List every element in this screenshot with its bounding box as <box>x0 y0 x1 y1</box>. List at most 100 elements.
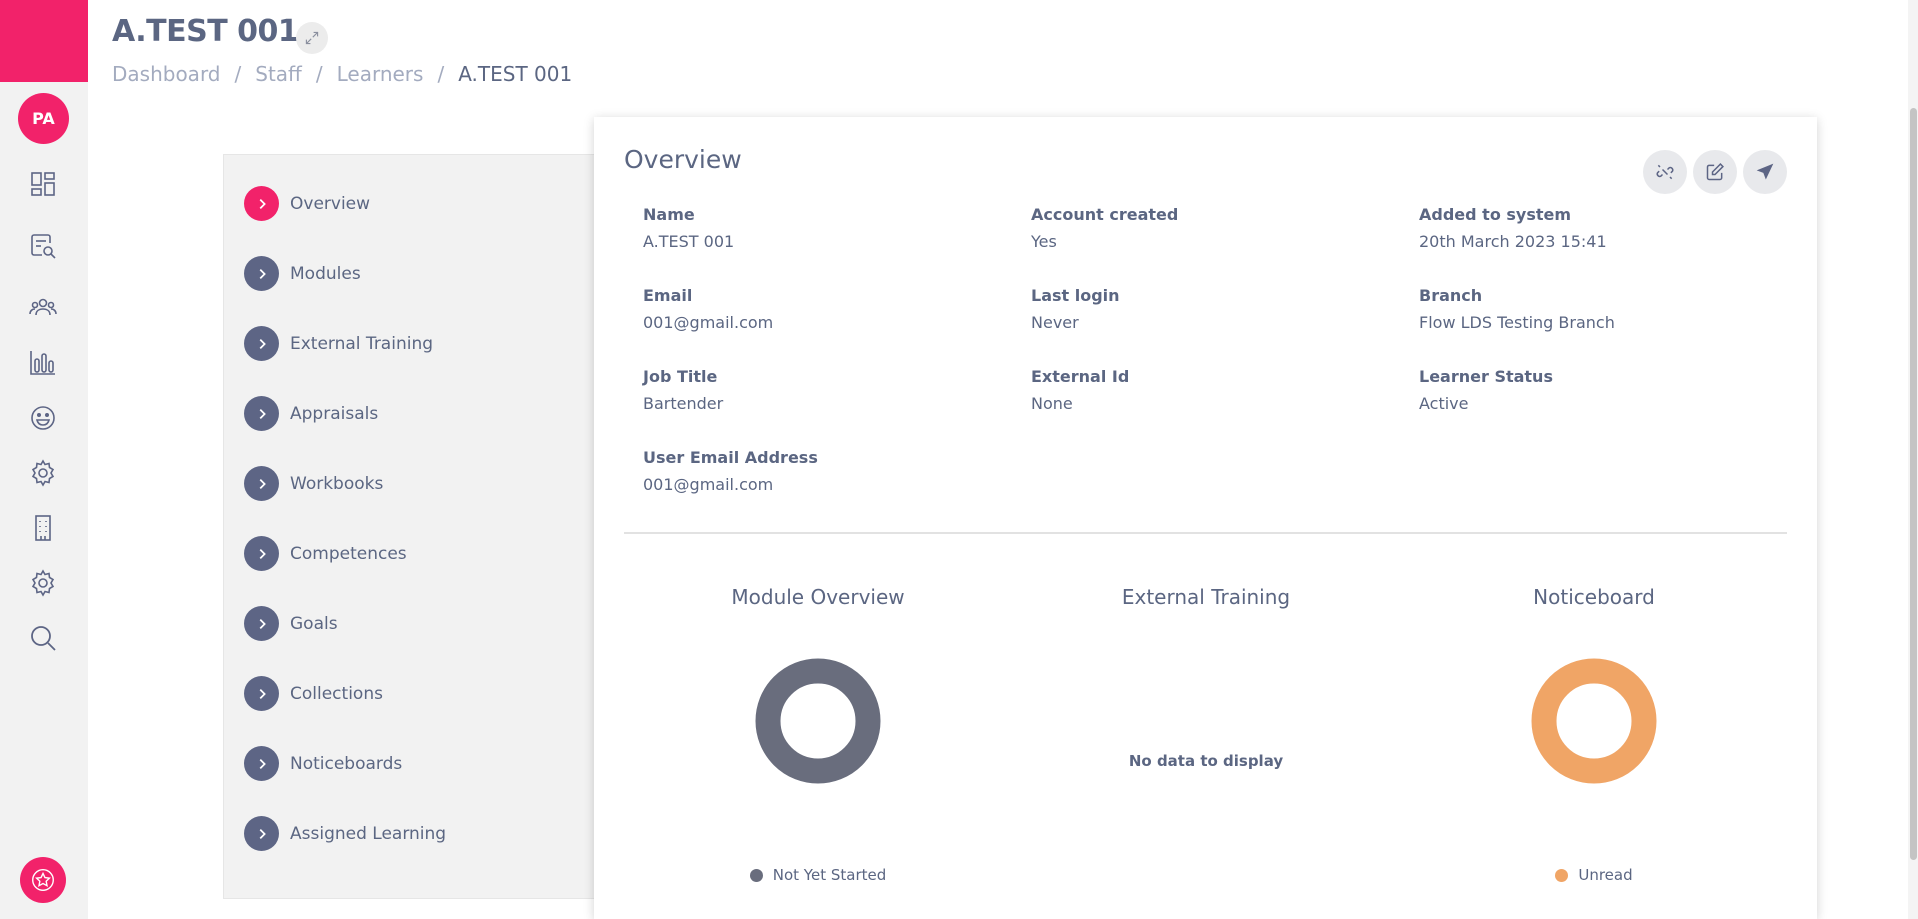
field-label: Branch <box>1419 286 1483 305</box>
users-icon[interactable] <box>26 290 60 324</box>
field-value: 001@gmail.com <box>643 313 774 332</box>
brand-block[interactable] <box>0 0 88 82</box>
field-value: Bartender <box>643 394 724 413</box>
widget-title: Noticeboard <box>1533 585 1655 609</box>
field-added-to-system: Added to system 20th March 2023 15:41 <box>1419 205 1779 251</box>
menu-item-label: Overview <box>290 193 371 214</box>
breadcrumb-separator: / <box>315 62 323 86</box>
building-icon[interactable] <box>26 511 60 545</box>
star-badge-icon[interactable] <box>20 857 66 903</box>
overview-card: Overview Name A.TEST 001 Account created… <box>594 117 1817 919</box>
smiley-icon[interactable] <box>26 401 60 435</box>
menu-item-workbooks[interactable]: Workbooks <box>244 466 383 501</box>
menu-item-external-training[interactable]: External Training <box>244 326 433 361</box>
noticeboard-donut[interactable] <box>1531 658 1657 784</box>
menu-item-label: Workbooks <box>290 473 384 494</box>
menu-item-label: Goals <box>290 613 338 634</box>
breadcrumb-separator: / <box>437 62 445 86</box>
chevron-right-icon <box>244 256 279 291</box>
no-data-message: No data to display <box>1128 752 1284 770</box>
menu-item-label: Assigned Learning <box>290 823 447 844</box>
chevron-right-icon <box>244 536 279 571</box>
gear-icon[interactable] <box>26 566 60 600</box>
user-avatar[interactable]: PA <box>18 93 69 144</box>
learner-side-menu: Overview Modules External Training Appra… <box>223 154 597 899</box>
breadcrumb-current: A.TEST 001 <box>458 62 573 86</box>
menu-item-goals[interactable]: Goals <box>244 606 338 641</box>
field-value: Flow LDS Testing Branch <box>1419 313 1615 332</box>
field-label: Account created <box>1031 205 1179 224</box>
external-training-widget: External Training No data to display <box>1012 567 1400 919</box>
menu-item-modules[interactable]: Modules <box>244 256 361 291</box>
menu-item-competences[interactable]: Competences <box>244 536 407 571</box>
chevron-right-icon <box>244 466 279 501</box>
bar-chart-icon[interactable] <box>26 345 60 379</box>
chevron-right-icon <box>244 186 279 221</box>
field-label: Name <box>643 205 695 224</box>
chevron-right-icon <box>244 816 279 851</box>
field-label: Job Title <box>643 367 718 386</box>
chevron-right-icon <box>244 746 279 781</box>
menu-item-label: Collections <box>290 683 383 704</box>
menu-item-overview[interactable]: Overview <box>244 186 370 221</box>
field-label: External Id <box>1031 367 1130 386</box>
overview-actions <box>1643 150 1787 194</box>
donut-slice-unread[interactable] <box>1531 658 1657 784</box>
send-icon[interactable] <box>1743 150 1787 194</box>
menu-item-label: Modules <box>290 263 361 284</box>
module-overview-widget: Module Overview Not Yet Started <box>624 567 1012 919</box>
search-document-icon[interactable] <box>26 229 60 263</box>
field-user-email-address: User Email Address 001@gmail.com <box>643 448 1003 494</box>
scrollbar-thumb[interactable] <box>1910 108 1917 860</box>
chevron-right-icon <box>244 326 279 361</box>
menu-item-label: Noticeboards <box>290 753 403 774</box>
field-value: None <box>1031 394 1073 413</box>
legend-dot <box>749 868 763 882</box>
field-account-created: Account created Yes <box>1031 205 1391 251</box>
left-rail: PA <box>0 0 88 919</box>
menu-item-collections[interactable]: Collections <box>244 676 383 711</box>
menu-item-label: Competences <box>290 543 407 564</box>
field-label: Added to system <box>1419 205 1572 224</box>
field-label: User Email Address <box>643 448 818 467</box>
field-value: Active <box>1419 394 1469 413</box>
field-name: Name A.TEST 001 <box>643 205 1003 251</box>
legend-dot <box>1555 868 1569 882</box>
expand-icon[interactable] <box>296 22 328 54</box>
breadcrumb-dashboard[interactable]: Dashboard <box>112 62 221 86</box>
chart-legend: Not Yet Started <box>624 866 1012 884</box>
avatar-initials: PA <box>32 109 55 128</box>
dashboard-icon[interactable] <box>26 167 60 201</box>
breadcrumb-separator: / <box>234 62 242 86</box>
field-label: Last login <box>1031 286 1120 305</box>
field-value: A.TEST 001 <box>643 232 735 251</box>
menu-item-appraisals[interactable]: Appraisals <box>244 396 378 431</box>
gear-icon[interactable] <box>26 456 60 490</box>
legend-label[interactable]: Not Yet Started <box>773 866 887 884</box>
menu-item-label: Appraisals <box>290 403 379 424</box>
module-overview-donut[interactable] <box>755 658 881 784</box>
divider <box>624 532 1787 534</box>
menu-item-label: External Training <box>290 333 434 354</box>
field-job-title: Job Title Bartender <box>643 367 1003 413</box>
breadcrumb-staff[interactable]: Staff <box>255 62 302 86</box>
donut-slice-not-yet-started[interactable] <box>755 658 881 784</box>
page-title: A.TEST 001 <box>112 14 299 49</box>
menu-item-assigned-learning[interactable]: Assigned Learning <box>244 816 446 851</box>
unlink-icon[interactable] <box>1643 150 1687 194</box>
search-icon[interactable] <box>26 621 60 655</box>
noticeboard-widget: Noticeboard Unread <box>1400 567 1788 919</box>
breadcrumb-learners[interactable]: Learners <box>337 62 424 86</box>
field-value: Never <box>1031 313 1079 332</box>
field-value: 001@gmail.com <box>643 475 774 494</box>
chevron-right-icon <box>244 606 279 641</box>
widget-title: External Training <box>1121 585 1291 609</box>
menu-item-noticeboards[interactable]: Noticeboards <box>244 746 402 781</box>
field-branch: Branch Flow LDS Testing Branch <box>1419 286 1779 332</box>
chevron-right-icon <box>244 676 279 711</box>
legend-label[interactable]: Unread <box>1578 866 1632 884</box>
chart-legend: Unread <box>1400 866 1788 884</box>
field-learner-status: Learner Status Active <box>1419 367 1779 413</box>
field-email: Email 001@gmail.com <box>643 286 1003 332</box>
edit-icon[interactable] <box>1693 150 1737 194</box>
